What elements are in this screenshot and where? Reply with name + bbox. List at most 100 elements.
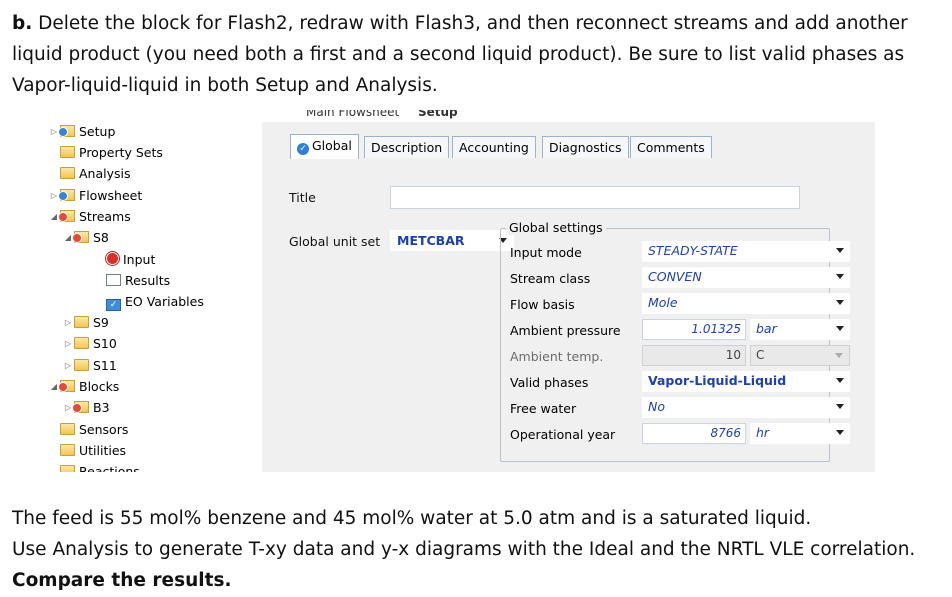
tree-item-sensors[interactable]: Sensors xyxy=(60,420,128,440)
instruction-line-1: Delete the block for Flash2, redraw with… xyxy=(32,13,908,34)
instruction-compare: Compare the results. xyxy=(12,570,232,591)
tab-accounting[interactable]: Accounting xyxy=(452,136,536,158)
folder-icon xyxy=(60,423,75,435)
tree-item-s8[interactable]: ◢ S8 xyxy=(62,228,109,248)
tree-item-analysis[interactable]: Analysis xyxy=(60,164,131,184)
tree-item-s11[interactable]: ▷ S11 xyxy=(62,356,117,376)
tree-label: Property Sets xyxy=(79,145,163,160)
tree-item-eo-variables[interactable]: ✓ EO Variables xyxy=(106,292,204,312)
folder-warning-icon xyxy=(72,401,89,413)
ambient-temp-input: 10 xyxy=(642,345,746,366)
tree-item-results[interactable]: Results xyxy=(106,271,170,291)
tree-label: Reactions xyxy=(79,464,140,472)
tree-label: S9 xyxy=(93,315,109,330)
tab-description[interactable]: Description xyxy=(364,136,450,158)
navigation-tree: ▷ Setup Property Sets Analysis ▷ Flowsheet… xyxy=(40,110,263,472)
unit-value: C xyxy=(756,348,765,362)
folder-icon xyxy=(74,359,89,371)
free-water-label: Free water xyxy=(510,401,577,416)
select-value: No xyxy=(648,399,665,414)
folder-icon xyxy=(60,167,75,179)
unit-value: hr xyxy=(756,425,770,440)
folder-warning-icon xyxy=(58,210,75,222)
ambient-pressure-input[interactable]: 1.01325 xyxy=(642,319,746,340)
tree-label: Utilities xyxy=(79,443,127,458)
tree-item-flowsheet[interactable]: ▷ Flowsheet xyxy=(48,186,142,206)
red-error-icon xyxy=(106,252,119,265)
tab-comments[interactable]: Comments xyxy=(630,136,712,158)
doc-tab-setup[interactable]: Setup xyxy=(412,110,464,120)
tree-item-property-sets[interactable]: Property Sets xyxy=(60,143,163,163)
expand-arrow-icon[interactable]: ▷ xyxy=(62,356,74,376)
ambient-temp-label: Ambient temp. xyxy=(510,349,604,364)
tree-item-b3[interactable]: ▷ B3 xyxy=(62,398,110,418)
dropdown-arrow-icon xyxy=(835,353,843,358)
group-title: Global settings xyxy=(506,220,606,235)
folder-warning-icon xyxy=(72,231,89,243)
title-input[interactable] xyxy=(390,186,800,209)
dropdown-arrow-icon xyxy=(836,404,844,409)
tab-diagnostics[interactable]: Diagnostics xyxy=(542,136,629,158)
instruction-analysis: Use Analysis to generate T-xy data and y… xyxy=(12,539,916,560)
tree-label: Flowsheet xyxy=(79,188,143,203)
eo-variables-icon: ✓ xyxy=(106,299,121,311)
dropdown-arrow-icon xyxy=(836,378,844,383)
unit-value: bar xyxy=(756,321,777,336)
valid-phases-select[interactable]: Vapor-Liquid-Liquid xyxy=(642,371,850,392)
tree-item-reactions[interactable]: Reactions xyxy=(60,462,140,472)
folder-check-icon xyxy=(58,189,75,201)
instructions-top: b. Delete the block for Flash2, redraw w… xyxy=(12,8,908,101)
folder-warning-icon xyxy=(58,380,75,392)
tree-label: B3 xyxy=(93,400,110,415)
operational-year-label: Operational year xyxy=(510,427,616,442)
folder-check-icon xyxy=(58,125,75,137)
form-tabstrip: ✓ Global Description Accounting Diagnosti… xyxy=(262,132,875,161)
tree-label: Results xyxy=(125,273,171,288)
global-unit-set-label: Global unit set xyxy=(289,234,381,249)
ambient-pressure-unit-select[interactable]: bar xyxy=(750,319,850,340)
input-value: 8766 xyxy=(710,426,741,440)
document-tabs: Main Flowsheet Setup xyxy=(262,110,875,122)
tree-label: Setup xyxy=(79,124,116,139)
title-label: Title xyxy=(289,190,316,205)
tree-item-input[interactable]: Input xyxy=(106,250,155,270)
tree-label: S10 xyxy=(93,336,117,351)
instruction-line-2: liquid product (you need both a first an… xyxy=(12,44,905,65)
tree-item-streams[interactable]: ◢ Streams xyxy=(48,207,131,227)
dropdown-arrow-icon xyxy=(836,248,844,253)
tree-item-utilities[interactable]: Utilities xyxy=(60,441,126,461)
tree-item-s9[interactable]: ▷ S9 xyxy=(62,313,109,333)
dropdown-arrow-icon xyxy=(836,326,844,331)
operational-year-unit-select[interactable]: hr xyxy=(750,423,850,444)
dropdown-arrow-icon xyxy=(836,274,844,279)
global-unit-set-select[interactable]: METCBAR xyxy=(390,230,514,251)
dropdown-arrow-icon xyxy=(836,300,844,305)
input-mode-select[interactable]: STEADY-STATE xyxy=(642,241,850,262)
free-water-select[interactable]: No xyxy=(642,397,850,418)
tree-item-setup[interactable]: ▷ Setup xyxy=(48,122,115,142)
tree-label: S8 xyxy=(93,230,109,245)
tree-item-s10[interactable]: ▷ S10 xyxy=(62,334,117,354)
folder-icon xyxy=(60,444,75,456)
operational-year-input[interactable]: 8766 xyxy=(642,423,746,444)
tab-global[interactable]: ✓ Global xyxy=(290,134,359,159)
folder-icon xyxy=(74,316,89,328)
doc-tab-main-flowsheet[interactable]: Main Flowsheet xyxy=(300,110,405,120)
folder-icon xyxy=(60,465,75,472)
select-value: METCBAR xyxy=(397,233,465,248)
folder-icon xyxy=(60,146,75,158)
check-circle-icon: ✓ xyxy=(297,143,309,155)
select-value: STEADY-STATE xyxy=(648,243,738,258)
instruction-feed: The feed is 55 mol% benzene and 45 mol% … xyxy=(12,508,812,529)
tree-label: S11 xyxy=(93,358,117,373)
part-label: b. xyxy=(12,13,33,34)
expand-arrow-icon[interactable]: ▷ xyxy=(62,313,74,333)
stream-class-select[interactable]: CONVEN xyxy=(642,267,850,288)
valid-phases-label: Valid phases xyxy=(510,375,589,390)
ambient-temp-unit-select: C xyxy=(750,345,850,366)
tree-item-blocks[interactable]: ◢ Blocks xyxy=(48,377,119,397)
input-mode-label: Input mode xyxy=(510,245,582,260)
flow-basis-select[interactable]: Mole xyxy=(642,293,850,314)
expand-arrow-icon[interactable]: ▷ xyxy=(62,334,74,354)
instruction-line-3: Vapor-liquid-liquid in both Setup and An… xyxy=(12,75,438,96)
